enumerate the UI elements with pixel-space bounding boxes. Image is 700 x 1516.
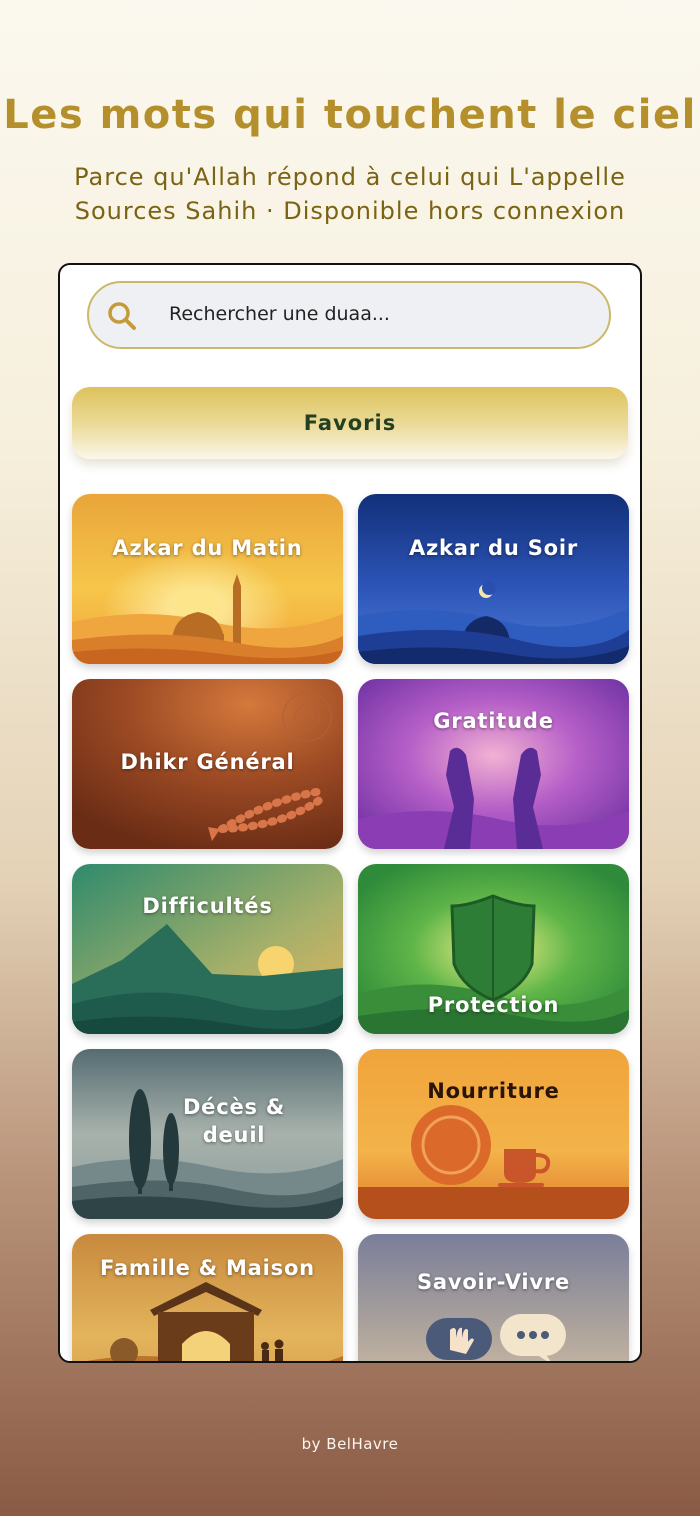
app-frame: Rechercher une duaa... Favoris Azkar du … xyxy=(58,263,642,1363)
speech-bubbles-illustration xyxy=(358,1234,629,1361)
category-card-difficultes[interactable]: Difficultés xyxy=(72,864,343,1034)
category-label: Dhikr Général xyxy=(120,750,295,774)
sunrise-mosque-illustration xyxy=(72,494,343,664)
category-label: Décès & deuil xyxy=(182,1095,286,1147)
category-card-gratitude[interactable]: Gratitude xyxy=(358,679,629,849)
favorites-button[interactable]: Favoris xyxy=(72,387,628,459)
app-tagline: Sources Sahih · Disponible hors connexio… xyxy=(74,197,626,225)
search-bar[interactable]: Rechercher une duaa... xyxy=(87,281,611,349)
category-card-deces-deuil[interactable]: Décès & deuil xyxy=(72,1049,343,1219)
category-label: Nourriture xyxy=(427,1079,560,1103)
category-label: Azkar du Matin xyxy=(112,536,303,560)
category-label: Azkar du Soir xyxy=(408,536,579,560)
category-label: Savoir-Vivre xyxy=(416,1270,571,1294)
night-mosque-illustration xyxy=(358,494,629,664)
category-label: Difficultés xyxy=(142,894,273,918)
category-grid: Azkar du Matin Azkar du Soir Dhikr Génér… xyxy=(72,494,632,1361)
category-label: Famille & Maison xyxy=(100,1256,315,1280)
category-card-famille-maison[interactable]: Famille & Maison xyxy=(72,1234,343,1361)
category-card-savoir-vivre[interactable]: Savoir-Vivre xyxy=(358,1234,629,1361)
mountains-illustration xyxy=(72,864,343,1034)
raised-hands-illustration xyxy=(358,679,629,849)
category-label: Protection xyxy=(427,993,560,1017)
search-input[interactable]: Rechercher une duaa... xyxy=(169,303,390,325)
category-label: Gratitude xyxy=(433,709,554,733)
category-card-dhikr-general[interactable]: Dhikr Général xyxy=(72,679,343,849)
plate-cup-illustration xyxy=(358,1049,629,1219)
category-card-azkar-matin[interactable]: Azkar du Matin xyxy=(72,494,343,664)
app-subtitle: Parce qu'Allah répond à celui qui L'appe… xyxy=(74,163,626,191)
category-card-protection[interactable]: Protection xyxy=(358,864,629,1034)
footer-credit: by BelHavre xyxy=(301,1435,399,1453)
house-arch-illustration xyxy=(72,1234,343,1361)
search-icon xyxy=(108,302,136,330)
category-card-azkar-soir[interactable]: Azkar du Soir xyxy=(358,494,629,664)
app-title: Les mots qui touchent le ciel xyxy=(3,92,697,138)
category-card-nourriture[interactable]: Nourriture xyxy=(358,1049,629,1219)
